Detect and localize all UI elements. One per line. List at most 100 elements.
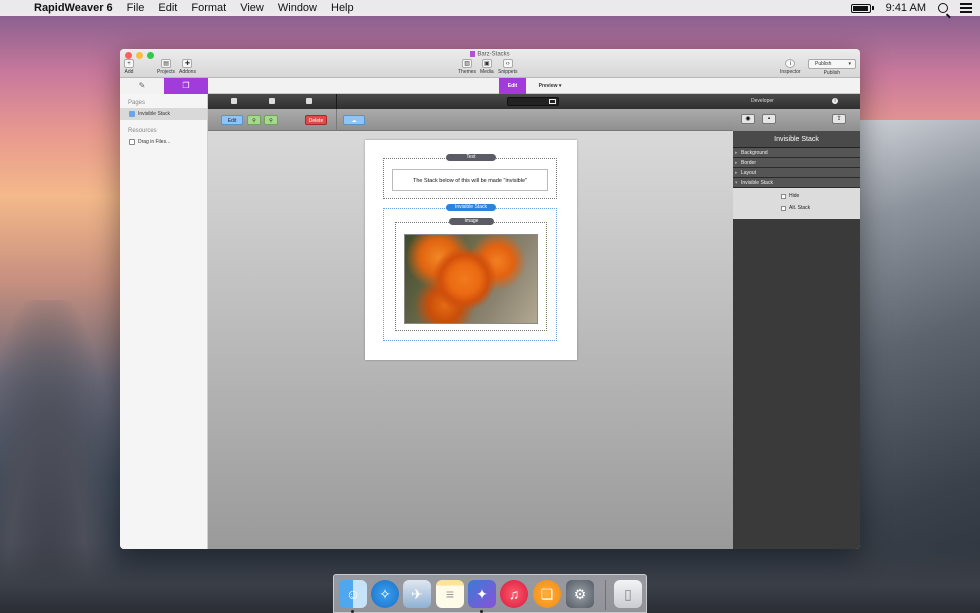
themes-button[interactable]: ▥ Themes	[458, 59, 476, 75]
edit-stack-button[interactable]: Edit	[221, 115, 243, 125]
section-layout[interactable]: Layout	[733, 168, 860, 178]
image-stack[interactable]: Image	[395, 218, 547, 331]
link-icon: ⚲	[252, 118, 256, 124]
ibooks-icon[interactable]: ❏	[533, 580, 561, 608]
view-size-selected	[549, 99, 556, 104]
sidebar: Pages Invisible Stack Resources Drag in …	[120, 94, 208, 549]
lock-icon[interactable]: ▪	[762, 114, 776, 124]
inspector-header: Developer i	[733, 94, 860, 109]
app-menu[interactable]: RapidWeaver 6	[34, 2, 113, 14]
link-button[interactable]: ⚲	[247, 115, 261, 125]
safari-icon[interactable]: ✧	[371, 580, 399, 608]
text-stack-label: Text	[446, 154, 496, 161]
snippets-icon: ‹›	[502, 59, 513, 68]
invisible-stack[interactable]: Invisible Stack Image	[383, 204, 557, 341]
pages-header: Pages	[128, 100, 146, 106]
notes-icon[interactable]: ≡	[436, 580, 464, 608]
mode-preview-tab[interactable]: Preview ▾	[530, 78, 570, 94]
addons-button[interactable]: ✚ Addons	[179, 59, 196, 75]
section-background[interactable]: Background	[733, 148, 860, 158]
projects-icon: ▤	[161, 59, 172, 68]
eye-icon[interactable]: ◉	[741, 114, 755, 124]
delete-button[interactable]: Delete	[305, 115, 327, 125]
export-icon[interactable]: ⇪	[832, 114, 846, 124]
document-icon	[470, 51, 476, 57]
inspector-button[interactable]: i Inspector	[780, 59, 801, 75]
themes-label: Themes	[458, 69, 477, 75]
cloud-button[interactable]: ☁	[343, 115, 365, 125]
notification-center-icon[interactable]	[960, 3, 972, 13]
page-preview: Text The Stack below of this will be mad…	[365, 140, 577, 360]
media-library-icon[interactable]	[306, 98, 312, 104]
media-button[interactable]: ▣ Media	[480, 59, 494, 75]
text-stack-content[interactable]: The Stack below of this will be made "in…	[392, 169, 548, 191]
chevron-down-icon: ▾	[848, 61, 851, 67]
publish-button-text: Publish	[815, 61, 832, 67]
sidebar-item-label: Invisible Stack	[138, 111, 170, 117]
battery-tip	[871, 6, 874, 10]
section-border[interactable]: Border	[733, 158, 860, 168]
files-icon	[129, 139, 135, 145]
inspector-panel: Developer i ◉ ▪ ⇪ Invisible Stack Backgr…	[733, 94, 860, 549]
itunes-icon[interactable]: ♫	[500, 580, 528, 608]
inspector-title: Invisible Stack	[733, 131, 860, 148]
alt-stack-checkbox[interactable]: Alt. Stack	[781, 205, 810, 211]
plus-icon: +	[124, 59, 134, 68]
add-button[interactable]: + Add	[124, 59, 134, 75]
media-label: Media	[480, 69, 494, 75]
menu-edit[interactable]: Edit	[158, 2, 177, 14]
system-preferences-icon[interactable]: ⚙	[566, 580, 594, 608]
menu-bar: RapidWeaver 6 File Edit Format View Wind…	[0, 0, 980, 16]
menu-format[interactable]: Format	[191, 2, 226, 14]
tab-pages[interactable]: ❐	[164, 78, 208, 94]
publish-label: Publish	[823, 70, 840, 76]
unlink-button[interactable]: ⚲	[264, 115, 278, 125]
info-icon[interactable]: i	[832, 98, 838, 104]
dock-separator	[605, 580, 606, 610]
snippets-button[interactable]: ‹› Snippets	[498, 59, 517, 75]
hide-checkbox[interactable]: Hide	[781, 193, 799, 199]
checkbox-icon	[781, 205, 786, 211]
document-title-text: Barz-Stacks	[477, 51, 510, 58]
trash-icon[interactable]: ▯	[614, 580, 642, 608]
resources-header: Resources	[128, 128, 157, 134]
dock: ☺ ✧ ✈ ≡ ✦ ♫ ❏ ⚙ ▯	[333, 574, 647, 613]
text-stack[interactable]: Text The Stack below of this will be mad…	[383, 154, 557, 199]
clock[interactable]: 9:41 AM	[886, 2, 926, 14]
add-label: Add	[124, 69, 134, 75]
publish-button[interactable]: Publish ▾	[808, 59, 856, 69]
rapidweaver-icon[interactable]: ✦	[468, 580, 496, 608]
menu-view[interactable]: View	[240, 2, 264, 14]
mail-icon[interactable]: ✈	[403, 580, 431, 608]
menu-help[interactable]: Help	[331, 2, 354, 14]
view-size-control[interactable]	[507, 97, 559, 106]
wrench-icon: ✎	[138, 81, 146, 90]
tab-tools[interactable]: ✎	[120, 78, 164, 94]
lily-photo[interactable]	[404, 234, 538, 324]
templates-icon[interactable]	[269, 98, 275, 104]
inspector-label: Inspector	[780, 69, 801, 75]
sidebar-item-invisible-stack[interactable]: Invisible Stack	[120, 108, 207, 120]
projects-label: Projects	[157, 69, 176, 75]
stacks-dark-toolbar	[208, 94, 733, 109]
projects-button[interactable]: ▤ Projects	[157, 59, 175, 75]
menu-file[interactable]: File	[127, 2, 145, 14]
sidebar-item-drag-in-files[interactable]: Drag in Files...	[120, 136, 207, 148]
snippets-label: Snippets	[498, 69, 518, 75]
alt-stack-label: Alt. Stack	[789, 205, 811, 211]
spotlight-search-icon[interactable]	[938, 3, 948, 13]
section-invisible-stack[interactable]: Invisible Stack	[733, 178, 860, 188]
rapidweaver-window: Barz-Stacks + Add ▤ Projects ✚ Addons ▥ …	[120, 49, 860, 549]
checkbox-icon	[781, 193, 786, 199]
info-icon: i	[785, 59, 796, 68]
mode-edit-tab[interactable]: Edit	[499, 78, 526, 94]
stacks-library-icon[interactable]	[231, 98, 237, 104]
menu-window[interactable]: Window	[278, 2, 317, 14]
battery-icon[interactable]	[850, 3, 871, 13]
unlink-icon: ⚲	[269, 118, 273, 124]
hide-label: Hide	[789, 193, 800, 199]
chevron-down-icon: ▾	[558, 83, 562, 89]
finder-icon[interactable]: ☺	[339, 580, 367, 608]
image-stack-label: Image	[449, 218, 494, 225]
cloud-icon: ☁	[351, 118, 357, 124]
